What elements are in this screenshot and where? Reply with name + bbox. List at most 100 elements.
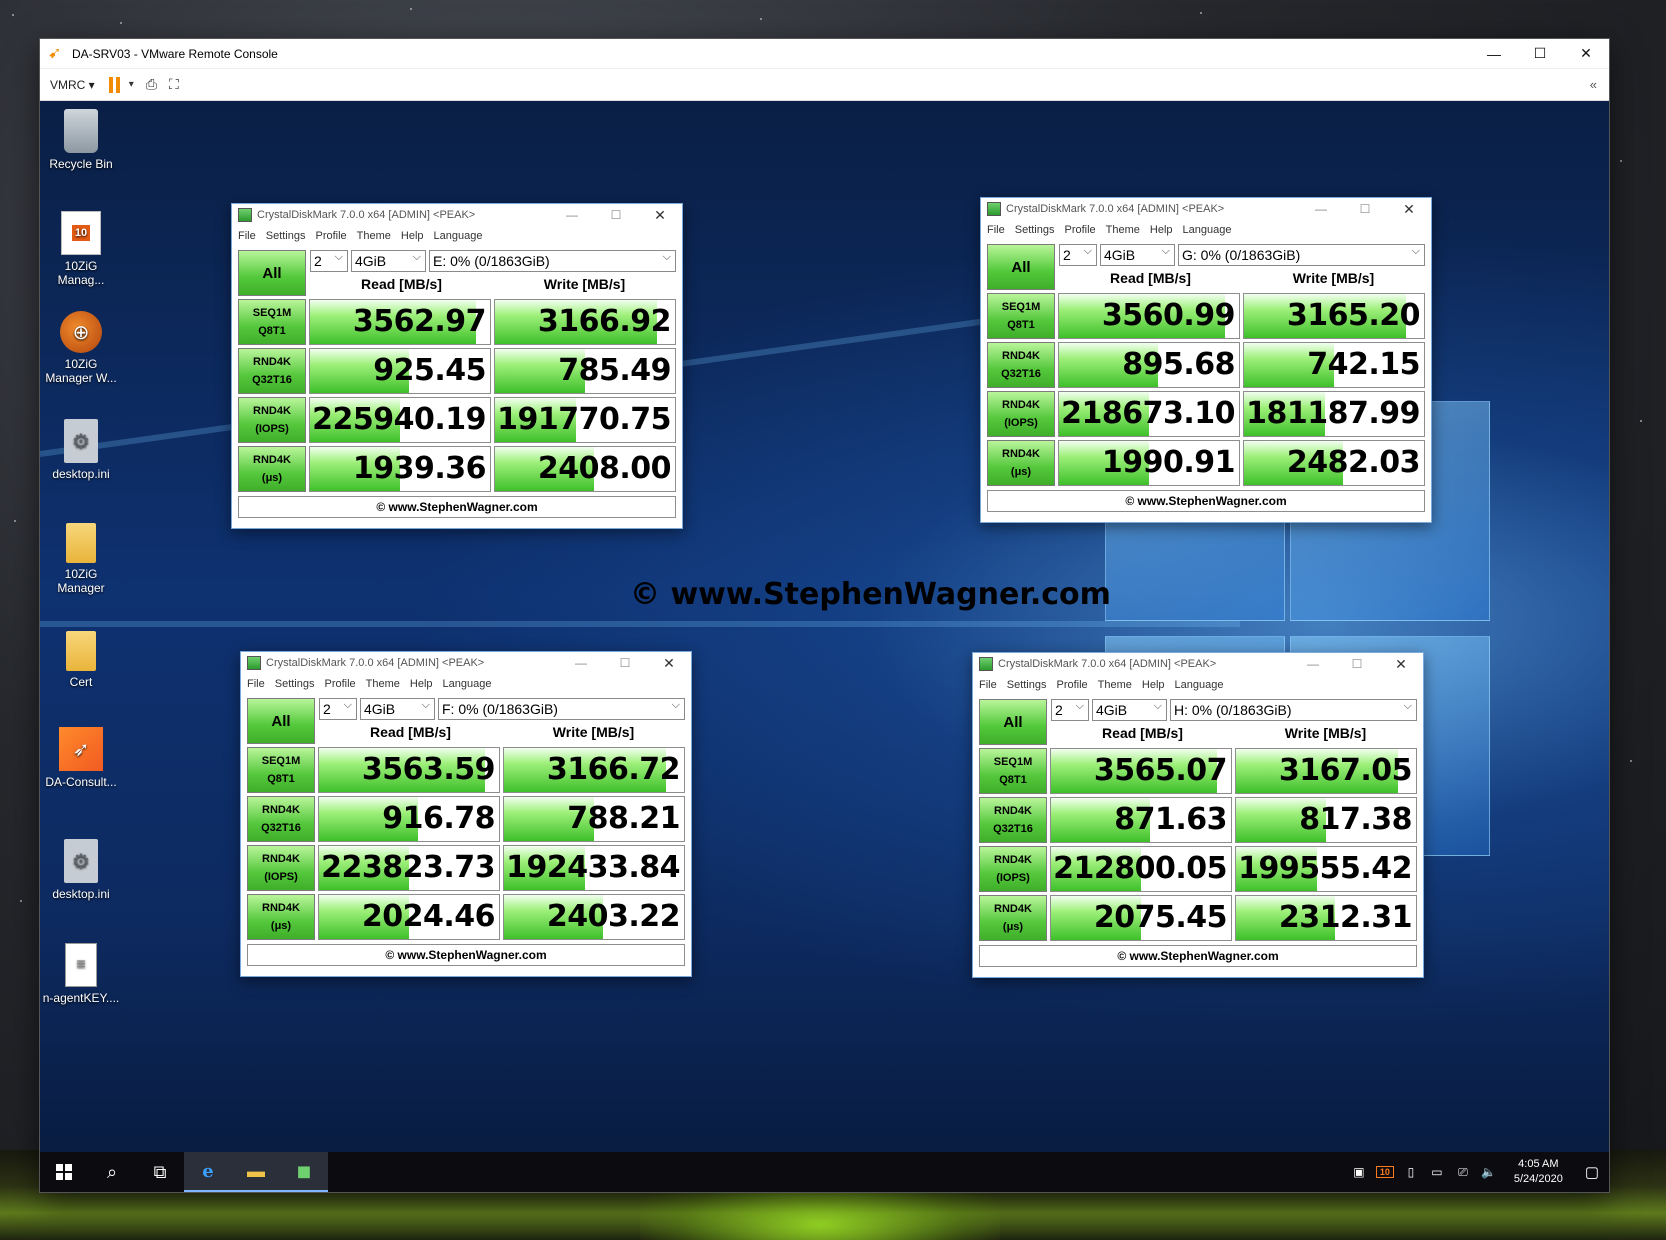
desktop-icon-10zig-manager-web[interactable]: ⊕ 10ZiG Manager W... — [42, 311, 120, 385]
cdm-menu-profile[interactable]: Profile — [315, 230, 346, 242]
cdm-maximize-button[interactable]: ☐ — [1335, 657, 1379, 671]
cdm-test-button[interactable]: RND4K Q32T16 — [247, 796, 315, 842]
cdm-menu-file[interactable]: File — [238, 230, 256, 242]
cdm-count-select[interactable]: 2 — [310, 250, 348, 272]
cdm-drive-select[interactable]: F: 0% (0/1863GiB) — [438, 698, 685, 720]
cdm-titlebar[interactable]: CrystalDiskMark 7.0.0 x64 [ADMIN] <PEAK>… — [981, 198, 1431, 220]
cdm-titlebar[interactable]: CrystalDiskMark 7.0.0 x64 [ADMIN] <PEAK>… — [232, 204, 682, 226]
crystaldiskmark-taskbar-icon[interactable]: ◼ — [280, 1152, 328, 1192]
internet-explorer-icon[interactable]: e — [184, 1152, 232, 1192]
cdm-comment-field[interactable]: © www.StephenWagner.com — [238, 496, 676, 518]
cdm-minimize-button[interactable]: — — [1299, 202, 1343, 216]
cdm-menu-help[interactable]: Help — [1150, 224, 1173, 236]
cdm-menu-profile[interactable]: Profile — [324, 678, 355, 690]
desktop-icon-recycle-bin[interactable]: Recycle Bin — [42, 109, 120, 171]
desktop-icon-desktop-ini[interactable]: ⚙ desktop.ini — [42, 419, 120, 481]
cdm-test-button[interactable]: RND4K (IOPS) — [238, 397, 306, 443]
cdm-menu-help[interactable]: Help — [401, 230, 424, 242]
cdm-count-select[interactable]: 2 — [1051, 699, 1089, 721]
vmware-tools-icon[interactable]: ▣ — [1350, 1165, 1368, 1179]
desktop-icon-10zig-manag[interactable]: 10 10ZiG Manag... — [42, 211, 120, 287]
fullscreen-icon[interactable]: ⛶ — [169, 76, 179, 93]
cdm-menu-language[interactable]: Language — [1183, 224, 1232, 236]
close-button[interactable]: ✕ — [1563, 39, 1609, 69]
cdm-all-button[interactable]: All — [238, 250, 306, 296]
desktop-icon-cert[interactable]: Cert — [42, 631, 120, 689]
usb-device-icon[interactable]: ▯ — [1402, 1165, 1420, 1179]
cdm-test-button[interactable]: RND4K (IOPS) — [987, 391, 1055, 437]
cdm-test-button[interactable]: SEQ1M Q8T1 — [247, 747, 315, 793]
vmrc-titlebar[interactable]: ➹ DA-SRV03 - VMware Remote Console — ☐ ✕ — [40, 39, 1609, 69]
cdm-menu-profile[interactable]: Profile — [1064, 224, 1095, 236]
cdm-minimize-button[interactable]: — — [559, 656, 603, 670]
cdm-close-button[interactable]: ✕ — [638, 207, 682, 224]
cdm-menu-language[interactable]: Language — [1175, 679, 1224, 691]
cdm-menu-language[interactable]: Language — [434, 230, 483, 242]
start-button[interactable] — [40, 1152, 88, 1192]
desktop-icon-desktop-ini-2[interactable]: ⚙ desktop.ini — [42, 839, 120, 901]
volume-muted-icon[interactable]: 🔈 — [1480, 1165, 1498, 1179]
cdm-drive-select[interactable]: H: 0% (0/1863GiB) — [1170, 699, 1417, 721]
cdm-close-button[interactable]: ✕ — [647, 655, 691, 672]
10zig-tray-icon[interactable]: 10 — [1375, 1166, 1394, 1178]
cdm-menu-help[interactable]: Help — [1142, 679, 1165, 691]
cdm-maximize-button[interactable]: ☐ — [603, 656, 647, 670]
cdm-menu-settings[interactable]: Settings — [1015, 224, 1055, 236]
cdm-count-select[interactable]: 2 — [1059, 244, 1097, 266]
cdm-test-button[interactable]: RND4K (μs) — [979, 895, 1047, 941]
cdm-menu-theme[interactable]: Theme — [1098, 679, 1132, 691]
desktop-icon-n-agentkey[interactable]: ≡ n-agentKEY.... — [42, 943, 120, 1005]
battery-icon[interactable]: ▭ — [1428, 1165, 1446, 1179]
cdm-maximize-button[interactable]: ☐ — [1343, 202, 1387, 216]
send-ctrl-alt-del-icon[interactable]: ⎙ — [146, 76, 157, 93]
cdm-size-select[interactable]: 4GiB — [360, 698, 435, 720]
cdm-count-select[interactable]: 2 — [319, 698, 357, 720]
cdm-size-select[interactable]: 4GiB — [1092, 699, 1167, 721]
cdm-size-select[interactable]: 4GiB — [1100, 244, 1175, 266]
pause-dropdown-chevron-icon[interactable]: ▾ — [129, 79, 134, 90]
cdm-test-button[interactable]: RND4K (μs) — [987, 440, 1055, 486]
cdm-menu-profile[interactable]: Profile — [1056, 679, 1087, 691]
cdm-titlebar[interactable]: CrystalDiskMark 7.0.0 x64 [ADMIN] <PEAK>… — [973, 653, 1423, 675]
cdm-drive-select[interactable]: E: 0% (0/1863GiB) — [429, 250, 676, 272]
cdm-menu-settings[interactable]: Settings — [1007, 679, 1047, 691]
desktop-icon-da-consult[interactable]: ➶ DA-Consult... — [42, 727, 120, 789]
cdm-all-button[interactable]: All — [987, 244, 1055, 290]
cdm-test-button[interactable]: SEQ1M Q8T1 — [238, 299, 306, 345]
cdm-close-button[interactable]: ✕ — [1387, 201, 1431, 218]
cdm-drive-select[interactable]: G: 0% (0/1863GiB) — [1178, 244, 1425, 266]
task-view-icon[interactable]: ⧉ — [136, 1152, 184, 1192]
desktop-icon-10zig-manager[interactable]: 10ZiG Manager — [42, 523, 120, 595]
cdm-test-button[interactable]: RND4K Q32T16 — [987, 342, 1055, 388]
collapse-toolbar-icon[interactable]: « — [1590, 77, 1597, 92]
cdm-menu-settings[interactable]: Settings — [266, 230, 306, 242]
cdm-menu-help[interactable]: Help — [410, 678, 433, 690]
cdm-titlebar[interactable]: CrystalDiskMark 7.0.0 x64 [ADMIN] <PEAK>… — [241, 652, 691, 674]
search-icon[interactable]: ⌕ — [88, 1152, 136, 1192]
cdm-maximize-button[interactable]: ☐ — [594, 208, 638, 222]
cdm-test-button[interactable]: SEQ1M Q8T1 — [987, 293, 1055, 339]
cdm-test-button[interactable]: RND4K Q32T16 — [979, 797, 1047, 843]
cdm-menu-theme[interactable]: Theme — [357, 230, 391, 242]
cdm-test-button[interactable]: RND4K (μs) — [238, 446, 306, 492]
notification-center-icon[interactable]: ▢ — [1585, 1163, 1599, 1181]
cdm-menu-theme[interactable]: Theme — [366, 678, 400, 690]
cdm-test-button[interactable]: SEQ1M Q8T1 — [979, 748, 1047, 794]
cdm-all-button[interactable]: All — [247, 698, 315, 744]
cdm-menu-theme[interactable]: Theme — [1106, 224, 1140, 236]
cdm-menu-language[interactable]: Language — [443, 678, 492, 690]
taskbar-clock[interactable]: 4:05 AM 5/24/2020 — [1514, 1157, 1563, 1187]
cdm-menu-file[interactable]: File — [979, 679, 997, 691]
network-icon[interactable]: ⎚ — [1454, 1165, 1472, 1180]
cdm-test-button[interactable]: RND4K (μs) — [247, 894, 315, 940]
pause-icon[interactable] — [108, 76, 123, 93]
cdm-close-button[interactable]: ✕ — [1379, 656, 1423, 673]
cdm-test-button[interactable]: RND4K (IOPS) — [979, 846, 1047, 892]
cdm-minimize-button[interactable]: — — [550, 208, 594, 222]
cdm-menu-file[interactable]: File — [987, 224, 1005, 236]
cdm-menu-settings[interactable]: Settings — [275, 678, 315, 690]
cdm-comment-field[interactable]: © www.StephenWagner.com — [979, 945, 1417, 967]
cdm-test-button[interactable]: RND4K Q32T16 — [238, 348, 306, 394]
maximize-button[interactable]: ☐ — [1517, 39, 1563, 69]
cdm-test-button[interactable]: RND4K (IOPS) — [247, 845, 315, 891]
